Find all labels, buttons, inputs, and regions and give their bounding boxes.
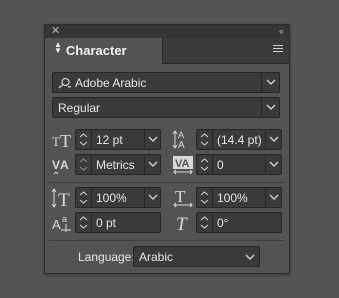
divider [49,240,285,241]
tracking-stepper[interactable] [197,155,213,174]
stepper-icon [200,216,209,229]
skew-icon: T [176,214,188,233]
leading-value: (14.4 pt) [217,133,262,147]
skew-value: 0° [217,216,229,230]
vertical-scale-field[interactable]: 100% [75,187,161,208]
font-style-dropdown[interactable]: Regular [52,97,280,118]
chevron-down-icon [269,136,279,142]
character-panel: ✕ ‹‹ ▲ ▼ Character Adobe Arabic Regular T … [44,24,290,274]
font-style-value: Regular [58,101,101,115]
font-size-value: 12 pt [96,133,123,147]
font-family-dropdown[interactable]: Adobe Arabic [52,72,280,93]
horizontal-scale-icon: T [173,188,193,208]
stepper-icon [79,158,88,171]
chevron-down-icon [245,254,255,260]
horizontal-scale-value: 100% [217,191,248,205]
language-value: Arabic [139,250,174,264]
vertical-scale-value: 100% [96,191,127,205]
skew-field[interactable]: 0° [196,212,282,233]
tracking-field[interactable]: 0 [196,154,282,175]
tracking-value: 0 [217,158,224,172]
tab-row: ▲ ▼ Character [45,38,289,64]
svg-text:T: T [176,214,188,233]
svg-text:T: T [60,131,71,150]
search-icon [58,77,71,89]
baseline-shift-value: 0 pt [96,216,117,230]
font-size-field[interactable]: 12 pt [75,129,161,150]
svg-text:T: T [175,188,186,206]
stepper-icon [200,191,209,204]
svg-text:T: T [58,190,70,208]
svg-text:A: A [60,158,69,172]
tab-character-label: Character [65,43,127,58]
tracking-arrow[interactable] [265,155,281,174]
horizontal-scale-stepper[interactable] [197,188,213,207]
collapse-icon[interactable]: ‹‹ [279,25,284,38]
chevron-down-icon [266,79,276,85]
horizontal-scale-field[interactable]: 100% [196,187,282,208]
leading-stepper[interactable] [197,130,213,149]
svg-text:A: A [178,130,184,140]
font-family-value: Adobe Arabic [75,76,147,90]
svg-text:T: T [52,134,60,149]
skew-stepper[interactable] [197,213,213,232]
kerning-arrow[interactable] [144,155,160,174]
baseline-shift-stepper[interactable] [76,213,92,232]
stepper-icon [79,191,88,204]
baseline-shift-icon: A a [52,214,71,232]
kerning-icon: V A [52,158,69,175]
font-size-icon: T T [52,131,71,150]
vertical-scale-arrow[interactable] [144,188,160,207]
updown-icon: ▲ ▼ [54,40,62,55]
svg-text:A: A [178,140,185,149]
language-dropdown[interactable]: Arabic [133,246,260,267]
tab-character[interactable]: ▲ ▼ Character [45,38,163,64]
svg-text:A: A [52,217,61,232]
font-size-stepper[interactable] [76,130,92,149]
leading-field[interactable]: (14.4 pt) [196,129,282,150]
svg-text:a: a [62,214,67,224]
stepper-icon [200,158,209,171]
stepper-icon [79,216,88,229]
font-family-arrow[interactable] [261,73,279,92]
leading-icon: A A [172,130,185,149]
close-icon[interactable]: ✕ [51,25,60,38]
chevron-down-icon [148,136,158,142]
chevron-down-icon [266,104,276,110]
panel-menu-icon[interactable] [273,45,283,54]
tracking-icon: VA [173,156,193,175]
svg-text:VA: VA [175,158,190,170]
stepper-icon [200,133,209,146]
divider [49,182,285,183]
chevron-down-icon [269,194,279,200]
chevron-down-icon [148,194,158,200]
baseline-shift-field[interactable]: 0 pt [75,212,161,233]
kerning-field[interactable]: Metrics [75,154,161,175]
chevron-down-icon [269,161,279,167]
vertical-scale-stepper[interactable] [76,188,92,207]
leading-arrow[interactable] [265,130,281,149]
horizontal-scale-arrow[interactable] [265,188,281,207]
stepper-icon [79,133,88,146]
vertical-scale-icon: T [51,188,70,208]
kerning-stepper[interactable] [76,155,92,174]
chevron-down-icon [148,161,158,167]
font-size-arrow[interactable] [144,130,160,149]
font-style-arrow[interactable] [261,98,279,117]
panel-titlebar[interactable]: ✕ ‹‹ [45,25,289,38]
svg-text:V: V [52,158,60,172]
language-label: Language: [78,250,135,264]
kerning-value: Metrics [96,158,135,172]
